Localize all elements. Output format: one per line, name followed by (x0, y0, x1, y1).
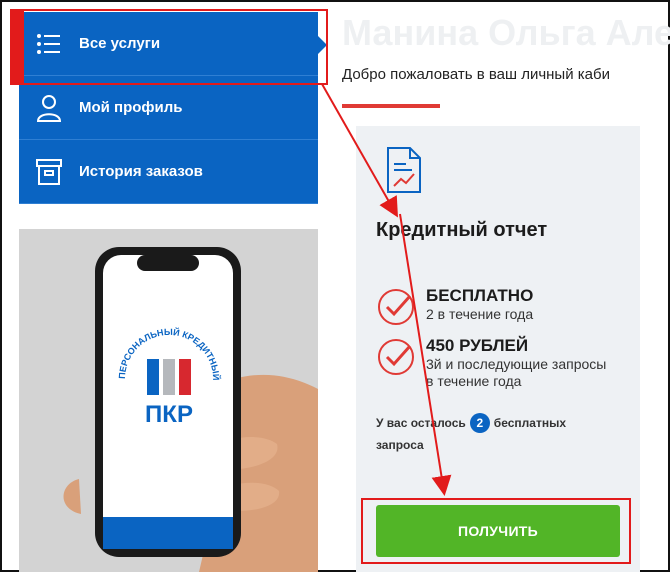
offer-desc: 3й и последующие запросы в течение года (426, 356, 607, 389)
offer-free: БЕСПЛАТНО 2 в течение года (376, 286, 533, 328)
offer-desc: 2 в течение года (426, 306, 534, 322)
offer-price: 450 РУБЛЕЙ (426, 336, 529, 355)
offer-paid: 450 РУБЛЕЙ 3й и последующие запросы в те… (376, 336, 616, 390)
logo-text: ПКР (145, 401, 193, 428)
annotation-box-all-services (10, 9, 328, 85)
promo-banner: ПЕРСОНАЛЬНЫЙ КРЕДИТНЫЙ РЕЙТИНГ ПКР (19, 229, 318, 572)
checkmark-circle-icon (378, 339, 414, 375)
pkr-logo: ПЕРСОНАЛЬНЫЙ КРЕДИТНЫЙ РЕЙТИНГ ПКР (106, 310, 229, 439)
checkmark-circle-icon (378, 289, 414, 325)
offer-price: БЕСПЛАТНО (426, 286, 534, 305)
annotation-box-get-button (361, 498, 631, 564)
sidebar-item-label: Мой профиль (79, 99, 183, 116)
remaining-count-badge: 2 (469, 413, 490, 433)
remaining-suffix: бесплатных (493, 416, 566, 430)
remaining-line2: запроса (376, 438, 424, 452)
sidebar-item-order-history[interactable]: История заказов (19, 140, 318, 204)
remaining-requests: У вас осталось 2 бесплатных запроса (376, 412, 606, 456)
sidebar-item-label: История заказов (79, 163, 203, 180)
card-title: Кредитный отчет (376, 219, 548, 241)
welcome-text: Добро пожаловать в ваш личный каби (342, 66, 610, 83)
accent-divider (342, 104, 440, 108)
archive-box-icon (19, 158, 79, 186)
annotation-accent-bar (12, 11, 24, 83)
remaining-prefix: У вас осталось (376, 416, 466, 430)
user-icon (19, 94, 79, 122)
sidebar-item-profile[interactable]: Мой профиль (19, 76, 318, 140)
user-name: Манина Ольга Алек (342, 12, 670, 53)
report-document-icon (386, 146, 422, 199)
